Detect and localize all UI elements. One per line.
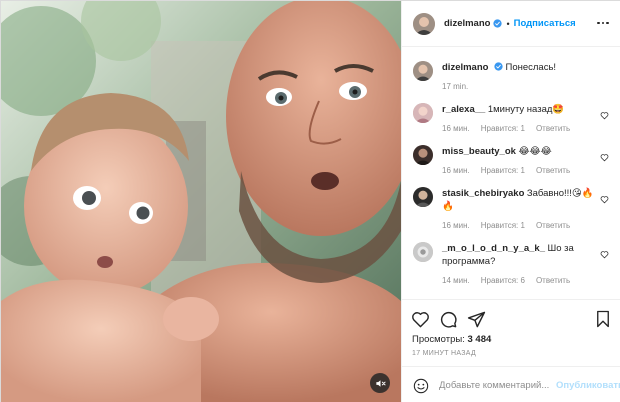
comment-time[interactable]: 16 мин. <box>442 122 470 135</box>
avatar-image <box>413 61 433 81</box>
avatar-image <box>413 103 433 123</box>
heart-icon[interactable] <box>600 250 609 259</box>
comment-time[interactable]: 16 мин. <box>442 164 470 177</box>
post-photo[interactable] <box>1 1 401 402</box>
avatar-image <box>413 145 433 165</box>
comment-username[interactable]: r_alexa__ <box>442 104 485 115</box>
comment-meta: 14 мин. Нравится: 6 Ответить <box>442 274 602 287</box>
heart-icon[interactable] <box>411 310 430 329</box>
verified-badge-icon <box>493 19 503 28</box>
comment-meta: 16 мин. Нравится: 1 Ответить <box>442 219 602 232</box>
comment-avatar[interactable] <box>413 187 433 207</box>
comment-likes[interactable]: Нравится: 1 <box>481 164 525 177</box>
caption-text: Понеслась! <box>505 62 557 73</box>
comment-likes[interactable]: Нравится: 1 <box>481 122 525 135</box>
comment-username[interactable]: miss_beauty_ok <box>442 146 516 157</box>
add-comment-bar: Опубликовать <box>402 366 620 402</box>
mute-button[interactable] <box>370 373 390 393</box>
reply-button[interactable]: Ответить <box>536 164 570 177</box>
avatar-image <box>413 242 433 262</box>
heart-icon[interactable] <box>600 195 609 204</box>
comment-meta: 16 мин. Нравится: 1 Ответить <box>442 164 602 177</box>
comment-username[interactable]: stasik_chebiryako <box>442 188 524 199</box>
post-header: dizelmano • Подписаться <box>402 1 620 47</box>
comment-body: r_alexa__ 1минуту назад🤩 16 мин. Нравитс… <box>442 103 602 135</box>
comment-body: stasik_chebiryako Забавно!!!😘🔥🔥 16 мин. … <box>442 187 602 232</box>
action-icons <box>411 310 486 329</box>
verified-badge-icon <box>494 62 503 71</box>
publish-button[interactable]: Опубликовать <box>556 380 620 391</box>
comment-username[interactable]: _m_o_l_o_d_n_y_a_k_ <box>442 243 545 254</box>
share-icon[interactable] <box>467 310 486 329</box>
comment-row: miss_beauty_ok 😂😂😂 16 мин. Нравится: 1 О… <box>413 145 611 177</box>
caption-avatar[interactable] <box>413 61 433 81</box>
instagram-post-modal: dizelmano • Подписаться dizelmano Понесл… <box>0 0 620 402</box>
post-actions: Просмотры: 3 484 17 МИНУТ НАЗАД Опублико… <box>402 299 620 402</box>
post-side-panel: dizelmano • Подписаться dizelmano Понесл… <box>401 1 620 402</box>
comment-avatar[interactable] <box>413 145 433 165</box>
comment-avatar[interactable] <box>413 103 433 123</box>
heart-icon[interactable] <box>600 153 609 162</box>
comment-body: miss_beauty_ok 😂😂😂 16 мин. Нравится: 1 О… <box>442 145 602 177</box>
reply-button[interactable]: Ответить <box>536 274 570 287</box>
comments-list[interactable]: dizelmano Понеслась! 17 min. r_alexa__ 1… <box>402 48 620 299</box>
follow-button[interactable]: Подписаться <box>514 18 576 29</box>
comment-likes[interactable]: Нравится: 6 <box>481 274 525 287</box>
emoji-icon[interactable] <box>413 378 429 394</box>
comment-time[interactable]: 16 мин. <box>442 219 470 232</box>
comment-avatar[interactable] <box>413 242 433 262</box>
avatar-image <box>413 187 433 207</box>
author-avatar[interactable] <box>413 12 435 35</box>
comment-text: 1минуту назад🤩 <box>487 104 565 115</box>
comment-likes[interactable]: Нравится: 1 <box>481 219 525 232</box>
comment-body: _m_o_l_o_d_n_y_a_k_ Шо за программа? 14 … <box>442 242 602 287</box>
caption-time[interactable]: 17 min. <box>442 80 468 93</box>
comment-row: _m_o_l_o_d_n_y_a_k_ Шо за программа? 14 … <box>413 242 611 287</box>
caption-body: dizelmano Понеслась! 17 min. <box>442 61 602 93</box>
more-options-icon[interactable] <box>596 17 610 29</box>
speaker-muted-icon <box>375 379 386 387</box>
comment-time[interactable]: 14 мин. <box>442 274 470 287</box>
views-label: Просмотры: <box>412 334 465 345</box>
comment-meta: 16 мин. Нравится: 1 Ответить <box>442 122 602 135</box>
reply-button[interactable]: Ответить <box>536 219 570 232</box>
comment-row: r_alexa__ 1минуту назад🤩 16 мин. Нравитс… <box>413 103 611 135</box>
caption-username[interactable]: dizelmano <box>442 62 488 73</box>
bookmark-icon[interactable] <box>594 310 612 328</box>
photo-illustration <box>1 1 401 402</box>
comment-input[interactable] <box>439 380 549 391</box>
posted-time[interactable]: 17 МИНУТ НАЗАД <box>412 350 476 357</box>
caption-meta: 17 min. <box>442 80 602 93</box>
views-number: 3 484 <box>467 334 492 345</box>
heart-icon[interactable] <box>600 111 609 120</box>
comment-text: 😂😂😂 <box>518 146 552 157</box>
views-count[interactable]: Просмотры: 3 484 <box>412 334 491 345</box>
author-username[interactable]: dizelmano <box>444 18 490 29</box>
comment-icon[interactable] <box>439 310 458 329</box>
caption-row: dizelmano Понеслась! 17 min. <box>413 61 611 93</box>
avatar-image <box>413 12 435 35</box>
comment-row: stasik_chebiryako Забавно!!!😘🔥🔥 16 мин. … <box>413 187 611 232</box>
header-separator: • <box>506 18 510 29</box>
reply-button[interactable]: Ответить <box>536 122 570 135</box>
